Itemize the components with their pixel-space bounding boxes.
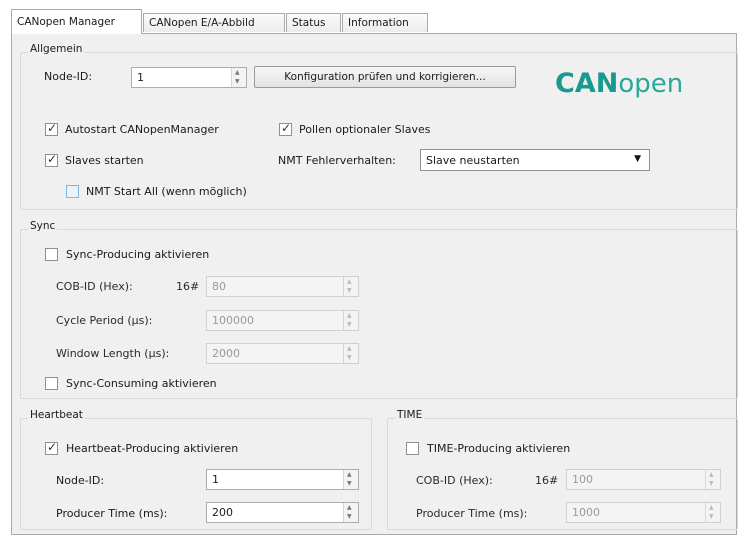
spin-up-icon[interactable]: ▲: [347, 346, 352, 352]
tab-label: Information: [348, 17, 409, 29]
tab-canopen-manager[interactable]: CANopen Manager: [11, 9, 142, 34]
sync-cobid-prefix: 16#: [176, 280, 200, 293]
spin-down-icon[interactable]: ▼: [347, 288, 352, 294]
sync-producing-checkbox[interactable]: [45, 248, 58, 261]
spin-down-icon[interactable]: ▼: [347, 355, 352, 361]
spin-down-icon[interactable]: ▼: [709, 481, 714, 487]
sync-cycle-value: 100000: [212, 314, 254, 327]
spinner-arrows[interactable]: ▲ ▼: [343, 470, 358, 489]
tab-label: CANopen Manager: [17, 16, 115, 28]
nmt-start-all-label: NMT Start All (wenn möglich): [86, 185, 247, 198]
time-producing-label: TIME-Producing aktivieren: [427, 442, 571, 455]
spin-up-icon[interactable]: ▲: [347, 313, 352, 319]
nmt-error-label: NMT Fehlerverhalten:: [278, 154, 396, 167]
time-producer-time-label: Producer Time (ms):: [416, 507, 528, 520]
group-title-allgemein: Allgemein: [28, 43, 85, 55]
sync-producing-label: Sync-Producing aktivieren: [66, 248, 210, 261]
logo-can-text: CAN: [555, 68, 619, 99]
sync-consuming-label: Sync-Consuming aktivieren: [66, 377, 217, 390]
autostart-checkbox[interactable]: ✓: [45, 121, 58, 136]
spin-up-icon[interactable]: ▲: [347, 279, 352, 285]
sync-consuming-checkbox[interactable]: [45, 377, 58, 390]
check-config-button[interactable]: Konfiguration prüfen und korrigieren...: [254, 66, 516, 88]
check-icon: ✓: [281, 121, 292, 135]
sync-window-label: Window Length (µs):: [56, 347, 170, 360]
node-id-label: Node-ID:: [44, 70, 93, 83]
heartbeat-node-id-value: 1: [212, 473, 219, 486]
spinner-arrows[interactable]: ▲ ▼: [705, 470, 720, 489]
time-cobid-label: COB-ID (Hex):: [416, 474, 493, 487]
spin-up-icon[interactable]: ▲: [709, 505, 714, 511]
start-slaves-checkbox[interactable]: ✓: [45, 152, 58, 167]
node-id-value: 1: [137, 71, 144, 84]
dropdown-arrow-icon[interactable]: ▼: [634, 154, 641, 164]
sync-cobid-value: 80: [212, 280, 226, 293]
heartbeat-node-id-spinner[interactable]: 1 ▲ ▼: [206, 469, 359, 490]
check-icon: ✓: [47, 121, 58, 135]
spinner-arrows[interactable]: ▲ ▼: [343, 277, 358, 296]
heartbeat-producer-time-spinner[interactable]: 200 ▲ ▼: [206, 502, 359, 523]
spinner-arrows[interactable]: ▲ ▼: [343, 311, 358, 330]
spinner-arrows[interactable]: ▲ ▼: [705, 503, 720, 522]
time-cobid-prefix: 16#: [535, 474, 559, 487]
spin-down-icon[interactable]: ▼: [347, 514, 352, 520]
nmt-error-select[interactable]: Slave neustarten ▼: [420, 149, 650, 171]
spin-down-icon[interactable]: ▼: [709, 514, 714, 520]
time-cobid-spinner[interactable]: 100 ▲ ▼: [566, 469, 721, 490]
canopen-logo: CANopen: [555, 68, 715, 108]
spin-up-icon[interactable]: ▲: [709, 472, 714, 478]
spin-down-icon[interactable]: ▼: [347, 481, 352, 487]
sync-window-value: 2000: [212, 347, 240, 360]
spin-up-icon[interactable]: ▲: [347, 472, 352, 478]
sync-cobid-spinner[interactable]: 80 ▲ ▼: [206, 276, 359, 297]
spinner-arrows[interactable]: ▲ ▼: [343, 503, 358, 522]
tab-canopen-ea-abbild[interactable]: CANopen E/A-Abbild: [143, 13, 285, 32]
sync-cycle-label: Cycle Period (µs):: [56, 314, 153, 327]
tab-information[interactable]: Information: [342, 13, 428, 32]
sync-cycle-spinner[interactable]: 100000 ▲ ▼: [206, 310, 359, 331]
group-title-sync: Sync: [28, 220, 58, 232]
spin-down-icon[interactable]: ▼: [235, 79, 240, 85]
heartbeat-producer-time-label: Producer Time (ms):: [56, 507, 168, 520]
tab-label: CANopen E/A-Abbild: [149, 17, 255, 29]
spin-up-icon[interactable]: ▲: [235, 70, 240, 76]
time-cobid-value: 100: [572, 473, 593, 486]
autostart-label: Autostart CANopenManager: [65, 123, 219, 136]
spinner-arrows[interactable]: ▲ ▼: [343, 344, 358, 363]
time-producer-time-value: 1000: [572, 506, 600, 519]
spinner-arrows[interactable]: ▲ ▼: [231, 68, 246, 87]
start-slaves-label: Slaves starten: [65, 154, 144, 167]
heartbeat-producing-checkbox[interactable]: ✓: [45, 440, 58, 455]
time-producing-checkbox[interactable]: [406, 442, 419, 455]
group-title-time: TIME: [395, 409, 425, 421]
sync-window-spinner[interactable]: 2000 ▲ ▼: [206, 343, 359, 364]
check-icon: ✓: [47, 152, 58, 166]
poll-optional-slaves-checkbox[interactable]: ✓: [279, 121, 292, 136]
heartbeat-producing-label: Heartbeat-Producing aktivieren: [66, 442, 239, 455]
spin-up-icon[interactable]: ▲: [347, 505, 352, 511]
nmt-error-value: Slave neustarten: [426, 154, 520, 167]
group-title-heartbeat: Heartbeat: [28, 409, 85, 421]
heartbeat-producer-time-value: 200: [212, 506, 233, 519]
tab-status[interactable]: Status: [286, 13, 341, 32]
nmt-start-all-checkbox[interactable]: [66, 185, 79, 198]
tab-label: Status: [292, 17, 326, 29]
logo-open-text: open: [618, 69, 684, 99]
check-icon: ✓: [47, 440, 58, 454]
heartbeat-node-id-label: Node-ID:: [56, 474, 105, 487]
spin-down-icon[interactable]: ▼: [347, 322, 352, 328]
poll-optional-slaves-label: Pollen optionaler Slaves: [299, 123, 431, 136]
node-id-spinner[interactable]: 1 ▲ ▼: [131, 67, 247, 88]
time-producer-time-spinner[interactable]: 1000 ▲ ▼: [566, 502, 721, 523]
sync-cobid-label: COB-ID (Hex):: [56, 280, 133, 293]
